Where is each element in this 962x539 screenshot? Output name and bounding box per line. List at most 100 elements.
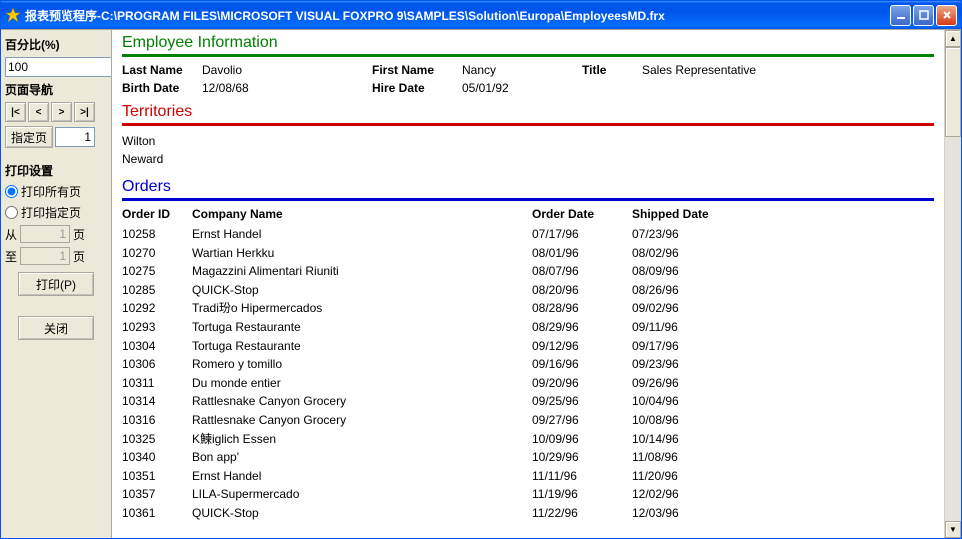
order-cell: 09/16/96	[532, 355, 632, 374]
close-button[interactable]	[936, 5, 957, 26]
maximize-button[interactable]	[913, 5, 934, 26]
employee-section-title: Employee Information	[122, 34, 934, 52]
order-cell: Tortuga Restaurante	[192, 337, 532, 356]
order-cell: 10304	[122, 337, 192, 356]
vertical-scrollbar[interactable]: ▲ ▼	[944, 30, 961, 538]
territory-item: Wilton	[122, 132, 934, 150]
scroll-down-button[interactable]: ▼	[945, 521, 961, 538]
order-cell: 09/23/96	[632, 355, 752, 374]
order-cell: 09/27/96	[532, 411, 632, 430]
orders-section-divider	[122, 198, 934, 201]
order-row: 10306Romero y tomillo09/16/9609/23/96	[122, 355, 934, 374]
order-cell: 11/11/96	[532, 467, 632, 486]
last-name-value: Davolio	[202, 63, 372, 77]
from-label: 从	[5, 226, 17, 243]
order-row: 10361QUICK-Stop11/22/9612/03/96	[122, 504, 934, 523]
birth-date-label: Birth Date	[122, 81, 202, 95]
print-settings-label: 打印设置	[5, 162, 107, 179]
first-name-value: Nancy	[462, 63, 582, 77]
orders-section-title: Orders	[122, 178, 934, 196]
order-cell: 08/01/96	[532, 244, 632, 263]
order-cell: Du monde entier	[192, 374, 532, 393]
order-cell: 10316	[122, 411, 192, 430]
order-date-header: Order Date	[532, 207, 632, 221]
nav-buttons: |< < > >|	[5, 102, 107, 122]
order-row: 10340Bon app'10/29/9611/08/96	[122, 448, 934, 467]
order-cell: 08/20/96	[532, 281, 632, 300]
order-cell: 10361	[122, 504, 192, 523]
order-cell: 09/17/96	[632, 337, 752, 356]
preview-wrap: Employee Information Last Name Davolio F…	[111, 30, 961, 538]
order-cell: 11/20/96	[632, 467, 752, 486]
order-cell: 10/08/96	[632, 411, 752, 430]
employee-section-divider	[122, 54, 934, 57]
order-cell: Ernst Handel	[192, 225, 532, 244]
app-window: 报表预览程序-C:\PROGRAM FILES\MICROSOFT VISUAL…	[0, 0, 962, 539]
nav-next-button[interactable]: >	[51, 102, 72, 122]
order-cell: 09/25/96	[532, 392, 632, 411]
nav-label: 页面导航	[5, 81, 107, 98]
birth-date-value: 12/08/68	[202, 81, 372, 95]
order-cell: Wartian Herkku	[192, 244, 532, 263]
print-all-label: 打印所有页	[21, 183, 81, 200]
order-row: 10258Ernst Handel07/17/9607/23/96	[122, 225, 934, 244]
order-cell: QUICK-Stop	[192, 281, 532, 300]
report-preview: Employee Information Last Name Davolio F…	[112, 30, 944, 538]
order-cell: 08/02/96	[632, 244, 752, 263]
title-label: Title	[582, 63, 642, 77]
scroll-up-button[interactable]: ▲	[945, 30, 961, 47]
territory-item: Neward	[122, 150, 934, 168]
order-cell: 10306	[122, 355, 192, 374]
order-row: 10270Wartian Herkku08/01/9608/02/96	[122, 244, 934, 263]
goto-page-button[interactable]: 指定页	[5, 126, 53, 148]
order-cell: Bon app'	[192, 448, 532, 467]
order-cell: 10293	[122, 318, 192, 337]
nav-first-button[interactable]: |<	[5, 102, 26, 122]
order-cell: Tortuga Restaurante	[192, 318, 532, 337]
order-cell: 10311	[122, 374, 192, 393]
order-cell: 08/28/96	[532, 299, 632, 318]
percent-spinner	[5, 57, 93, 77]
orders-body: 10258Ernst Handel07/17/9607/23/9610270Wa…	[122, 225, 934, 523]
order-cell: 10270	[122, 244, 192, 263]
order-row: 10293Tortuga Restaurante08/29/9609/11/96	[122, 318, 934, 337]
order-cell: 09/02/96	[632, 299, 752, 318]
first-name-label: First Name	[372, 63, 462, 77]
order-cell: Romero y tomillo	[192, 355, 532, 374]
order-cell: 10292	[122, 299, 192, 318]
minimize-button[interactable]	[890, 5, 911, 26]
print-all-radio-row[interactable]: 打印所有页	[5, 183, 107, 200]
order-id-header: Order ID	[122, 207, 192, 221]
order-cell: 11/08/96	[632, 448, 752, 467]
order-cell: 10325	[122, 430, 192, 449]
order-cell: 10275	[122, 262, 192, 281]
to-label: 至	[5, 248, 17, 265]
from-input	[20, 225, 70, 243]
close-app-button[interactable]: 关闭	[18, 316, 94, 340]
app-icon	[5, 7, 21, 23]
titlebar[interactable]: 报表预览程序-C:\PROGRAM FILES\MICROSOFT VISUAL…	[1, 1, 961, 29]
client-area: 百分比(%) 页面导航 |< < > >| 指定页 打印设置	[1, 29, 961, 538]
range-from-row: 从 页	[5, 225, 107, 243]
hire-date-value: 05/01/92	[462, 81, 582, 95]
print-all-radio[interactable]	[5, 185, 18, 198]
order-cell: 08/07/96	[532, 262, 632, 281]
print-range-radio-row[interactable]: 打印指定页	[5, 204, 107, 221]
print-button[interactable]: 打印(P)	[18, 272, 94, 296]
goto-page-input[interactable]	[55, 127, 95, 147]
order-cell: 10258	[122, 225, 192, 244]
order-row: 10292Tradi玢o Hipermercados08/28/9609/02/…	[122, 299, 934, 318]
order-cell: 10/29/96	[532, 448, 632, 467]
order-cell: 09/12/96	[532, 337, 632, 356]
order-cell: 10/09/96	[532, 430, 632, 449]
nav-last-button[interactable]: >|	[74, 102, 95, 122]
window-controls	[890, 5, 957, 26]
print-range-radio[interactable]	[5, 206, 18, 219]
employee-info-grid: Last Name Davolio First Name Nancy Title…	[122, 63, 934, 95]
order-cell: LILA-Supermercado	[192, 485, 532, 504]
order-cell: Magazzini Alimentari Riuniti	[192, 262, 532, 281]
scroll-thumb[interactable]	[945, 47, 961, 137]
title-value: Sales Representative	[642, 63, 934, 77]
order-cell: 10340	[122, 448, 192, 467]
nav-prev-button[interactable]: <	[28, 102, 49, 122]
